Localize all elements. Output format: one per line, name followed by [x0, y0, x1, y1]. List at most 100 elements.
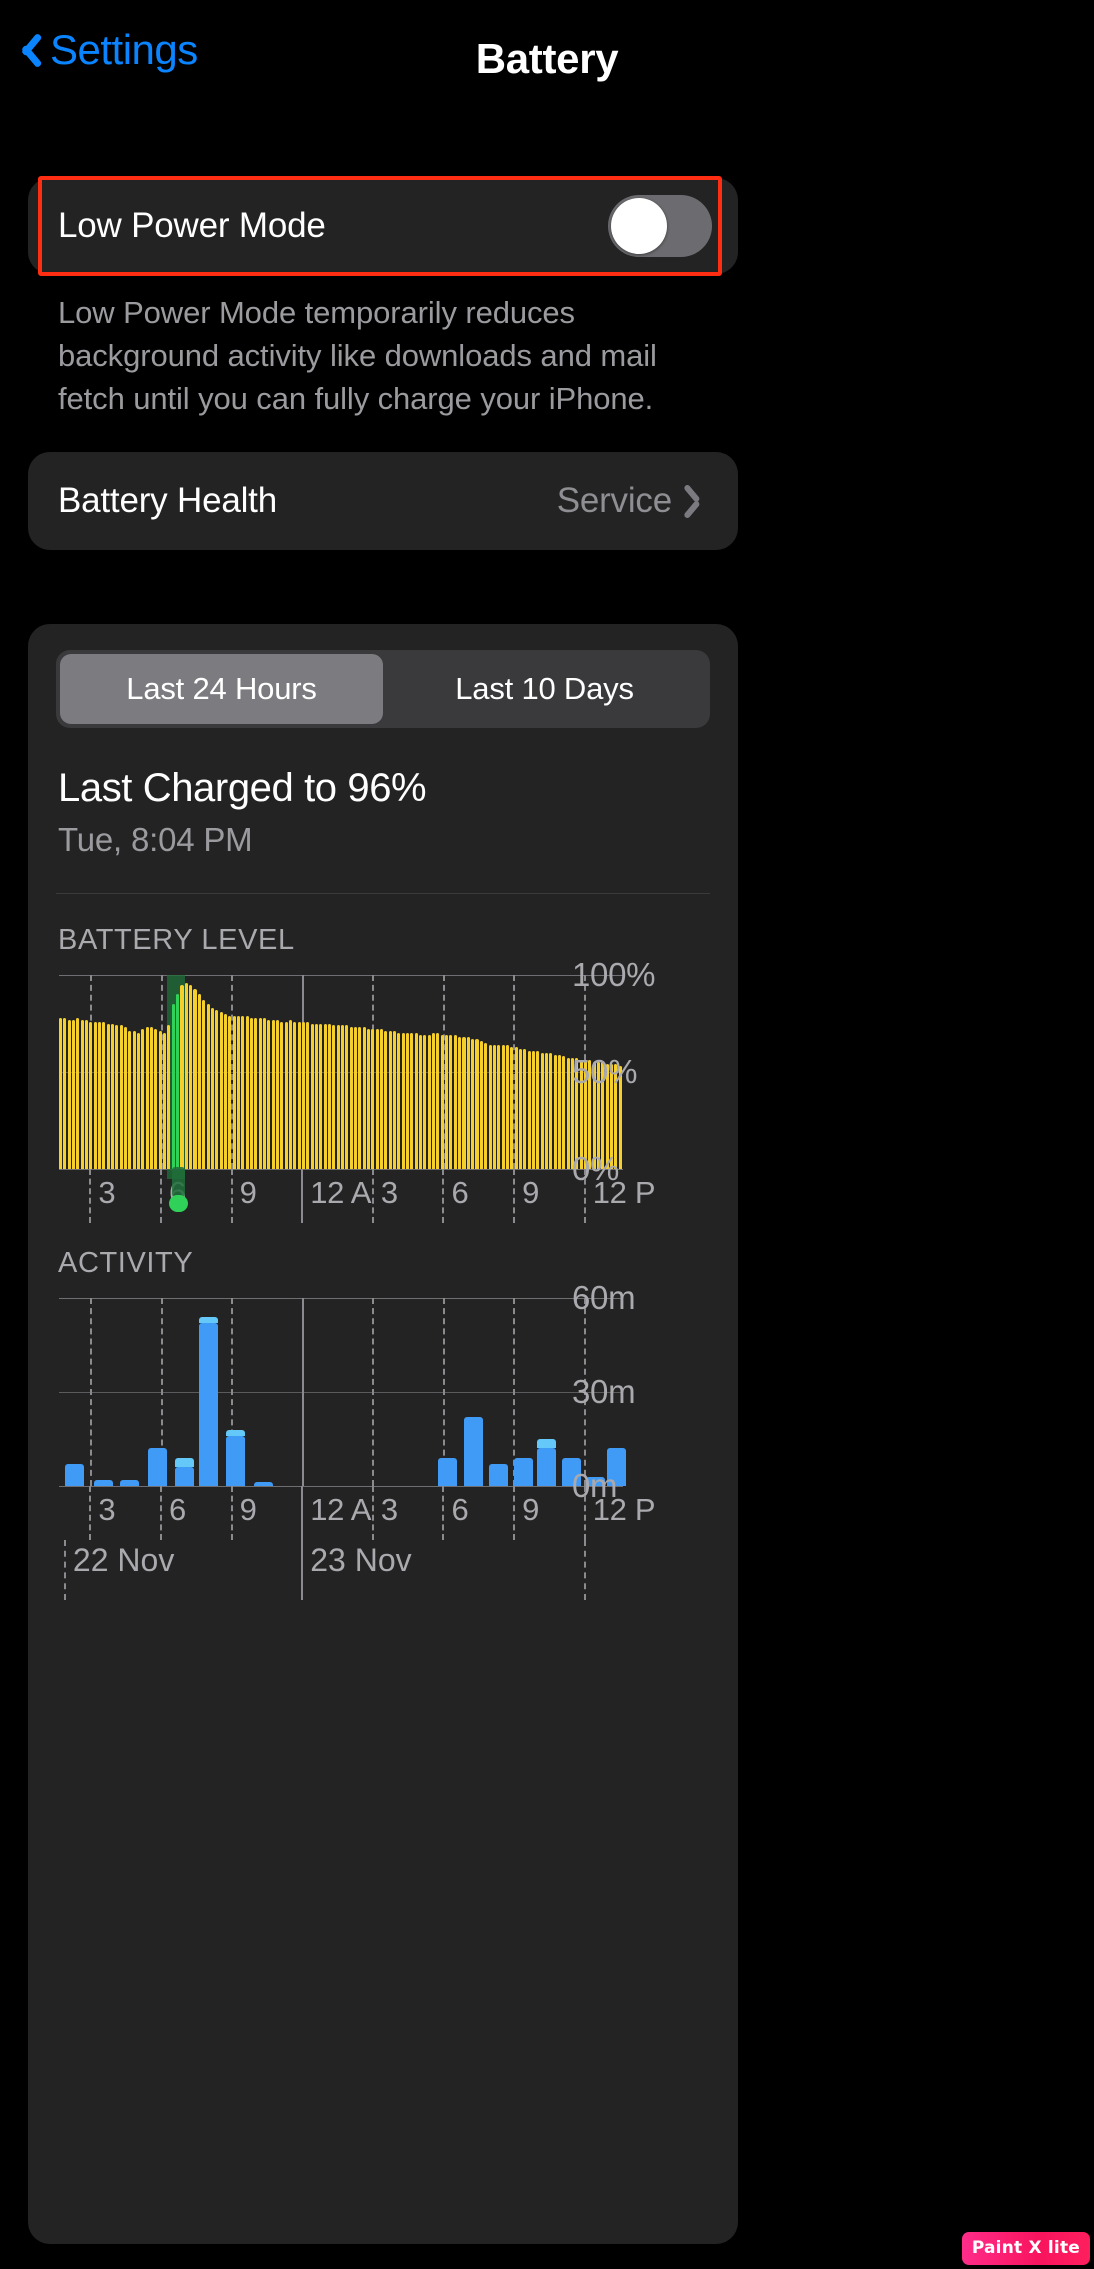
x-axis-tick-label: 12 A — [310, 1175, 372, 1210]
activity-bar — [148, 1448, 168, 1486]
day-label: 22 Nov — [72, 1542, 175, 1578]
segment-last-24-hours[interactable]: Last 24 Hours — [60, 654, 383, 724]
x-axis-tick — [230, 1486, 233, 1540]
x-axis-tick — [301, 1486, 304, 1540]
battery-level-bar — [275, 1019, 279, 1169]
battery-level-bar — [98, 1021, 102, 1169]
battery-level-bar — [505, 1044, 509, 1169]
back-button[interactable]: Settings — [14, 26, 198, 74]
y-axis-tick-label: 30m — [572, 1373, 636, 1410]
battery-level-bar — [158, 1031, 162, 1169]
battery-level-bar — [406, 1033, 410, 1169]
segment-last-10-days[interactable]: Last 10 Days — [383, 654, 706, 724]
battery-level-bar — [184, 982, 188, 1169]
battery-level-bar — [284, 1021, 288, 1169]
battery-level-bar — [544, 1052, 548, 1169]
battery-level-bar — [445, 1035, 449, 1169]
battery-level-bar — [206, 1004, 210, 1169]
activity-bar-cap — [537, 1439, 557, 1449]
activity-day-axis: 22 Nov 23 Nov — [58, 1540, 623, 1600]
battery-health-label: Battery Health — [58, 481, 277, 520]
x-axis-tick — [89, 1169, 92, 1223]
battery-level-bar — [288, 1019, 292, 1169]
battery-level-bar — [354, 1027, 358, 1169]
battery-level-bar — [397, 1033, 401, 1169]
x-axis-tick — [159, 1486, 162, 1540]
battery-level-bar — [518, 1048, 522, 1169]
battery-level-bar — [475, 1039, 479, 1169]
chevron-left-icon — [14, 28, 40, 72]
x-axis-tick-label: 9 — [522, 1175, 540, 1210]
x-axis-tick — [371, 1169, 374, 1223]
battery-level-bar — [414, 1033, 418, 1169]
battery-level-bar — [254, 1017, 258, 1169]
battery-level-bars — [59, 975, 623, 1169]
battery-level-bar — [301, 1021, 305, 1169]
x-axis-tick-label: 12 P — [592, 1175, 656, 1210]
page-title: Battery — [475, 35, 619, 82]
battery-level-section-label: BATTERY LEVEL — [58, 924, 295, 956]
navigation-bar: Settings Battery — [0, 0, 1094, 118]
last-charged-timestamp: Tue, 8:04 PM — [58, 821, 253, 858]
battery-level-bar — [514, 1046, 518, 1169]
battery-level-bar — [362, 1027, 366, 1169]
battery-level-bar — [427, 1035, 431, 1169]
battery-level-bar — [85, 1019, 89, 1169]
battery-usage-card: Last 24 Hours Last 10 Days Last Charged … — [28, 624, 738, 2244]
x-axis-tick-label: 3 — [380, 1492, 398, 1527]
activity-bar — [438, 1457, 458, 1486]
battery-health-value: Service — [556, 481, 673, 520]
low-power-mode-row[interactable]: Low Power Mode — [28, 178, 738, 274]
battery-level-bar — [484, 1042, 488, 1169]
battery-level-bar — [419, 1035, 423, 1169]
battery-level-bar — [453, 1035, 457, 1169]
activity-bar — [488, 1464, 508, 1486]
battery-level-bar — [297, 1021, 301, 1169]
battery-level-bar — [249, 1017, 253, 1169]
activity-bar — [537, 1448, 557, 1486]
battery-health-right: Service — [557, 481, 712, 521]
charging-marker-dot — [169, 1195, 189, 1212]
battery-level-bar — [241, 1015, 245, 1169]
battery-level-bar — [76, 1017, 80, 1169]
battery-level-bar — [388, 1031, 392, 1169]
battery-level-bar — [358, 1027, 362, 1169]
battery-level-bar — [458, 1037, 462, 1169]
battery-health-card[interactable]: Battery Health Service — [28, 452, 738, 550]
y-axis-tick-label: 50% — [572, 1053, 638, 1090]
battery-level-bar — [180, 984, 184, 1169]
battery-level-bar — [423, 1035, 427, 1169]
battery-level-bar — [293, 1021, 297, 1169]
battery-level-bar — [440, 1035, 444, 1169]
battery-level-bar — [531, 1050, 535, 1169]
last-charged-title: Last Charged to 96% — [58, 766, 427, 810]
battery-level-y-axis: 0% 50% 100% — [558, 956, 728, 1187]
battery-level-bar — [497, 1044, 501, 1169]
battery-level-bar — [527, 1050, 531, 1169]
battery-level-bar — [345, 1025, 349, 1169]
y-axis-tick-label: 100% — [572, 956, 656, 993]
battery-level-bar — [167, 1025, 171, 1169]
activity-chart: 0m 30m 60m — [28, 1279, 738, 1504]
battery-level-chart: 0% 50% 100% — [28, 956, 738, 1187]
battery-level-bar — [432, 1033, 436, 1169]
x-axis-tick-label: 9 — [239, 1492, 257, 1527]
battery-level-bar — [197, 994, 201, 1169]
battery-level-bar — [124, 1027, 128, 1169]
battery-level-bar — [306, 1021, 310, 1169]
battery-level-bar — [89, 1021, 93, 1169]
battery-level-bar — [128, 1031, 132, 1169]
battery-level-bar — [271, 1019, 275, 1169]
battery-level-bar — [141, 1029, 145, 1169]
battery-level-bar — [193, 988, 197, 1169]
low-power-mode-toggle[interactable] — [608, 195, 712, 257]
battery-level-bar — [549, 1052, 553, 1169]
battery-level-bar — [280, 1021, 284, 1169]
battery-level-bar — [115, 1025, 119, 1169]
battery-level-bar — [466, 1037, 470, 1169]
battery-health-row[interactable]: Battery Health Service — [28, 452, 738, 550]
time-range-segmented-control[interactable]: Last 24 Hours Last 10 Days — [56, 650, 710, 728]
x-axis-tick — [583, 1486, 586, 1540]
x-axis-tick — [301, 1169, 304, 1223]
activity-plot-area — [58, 1298, 627, 1487]
